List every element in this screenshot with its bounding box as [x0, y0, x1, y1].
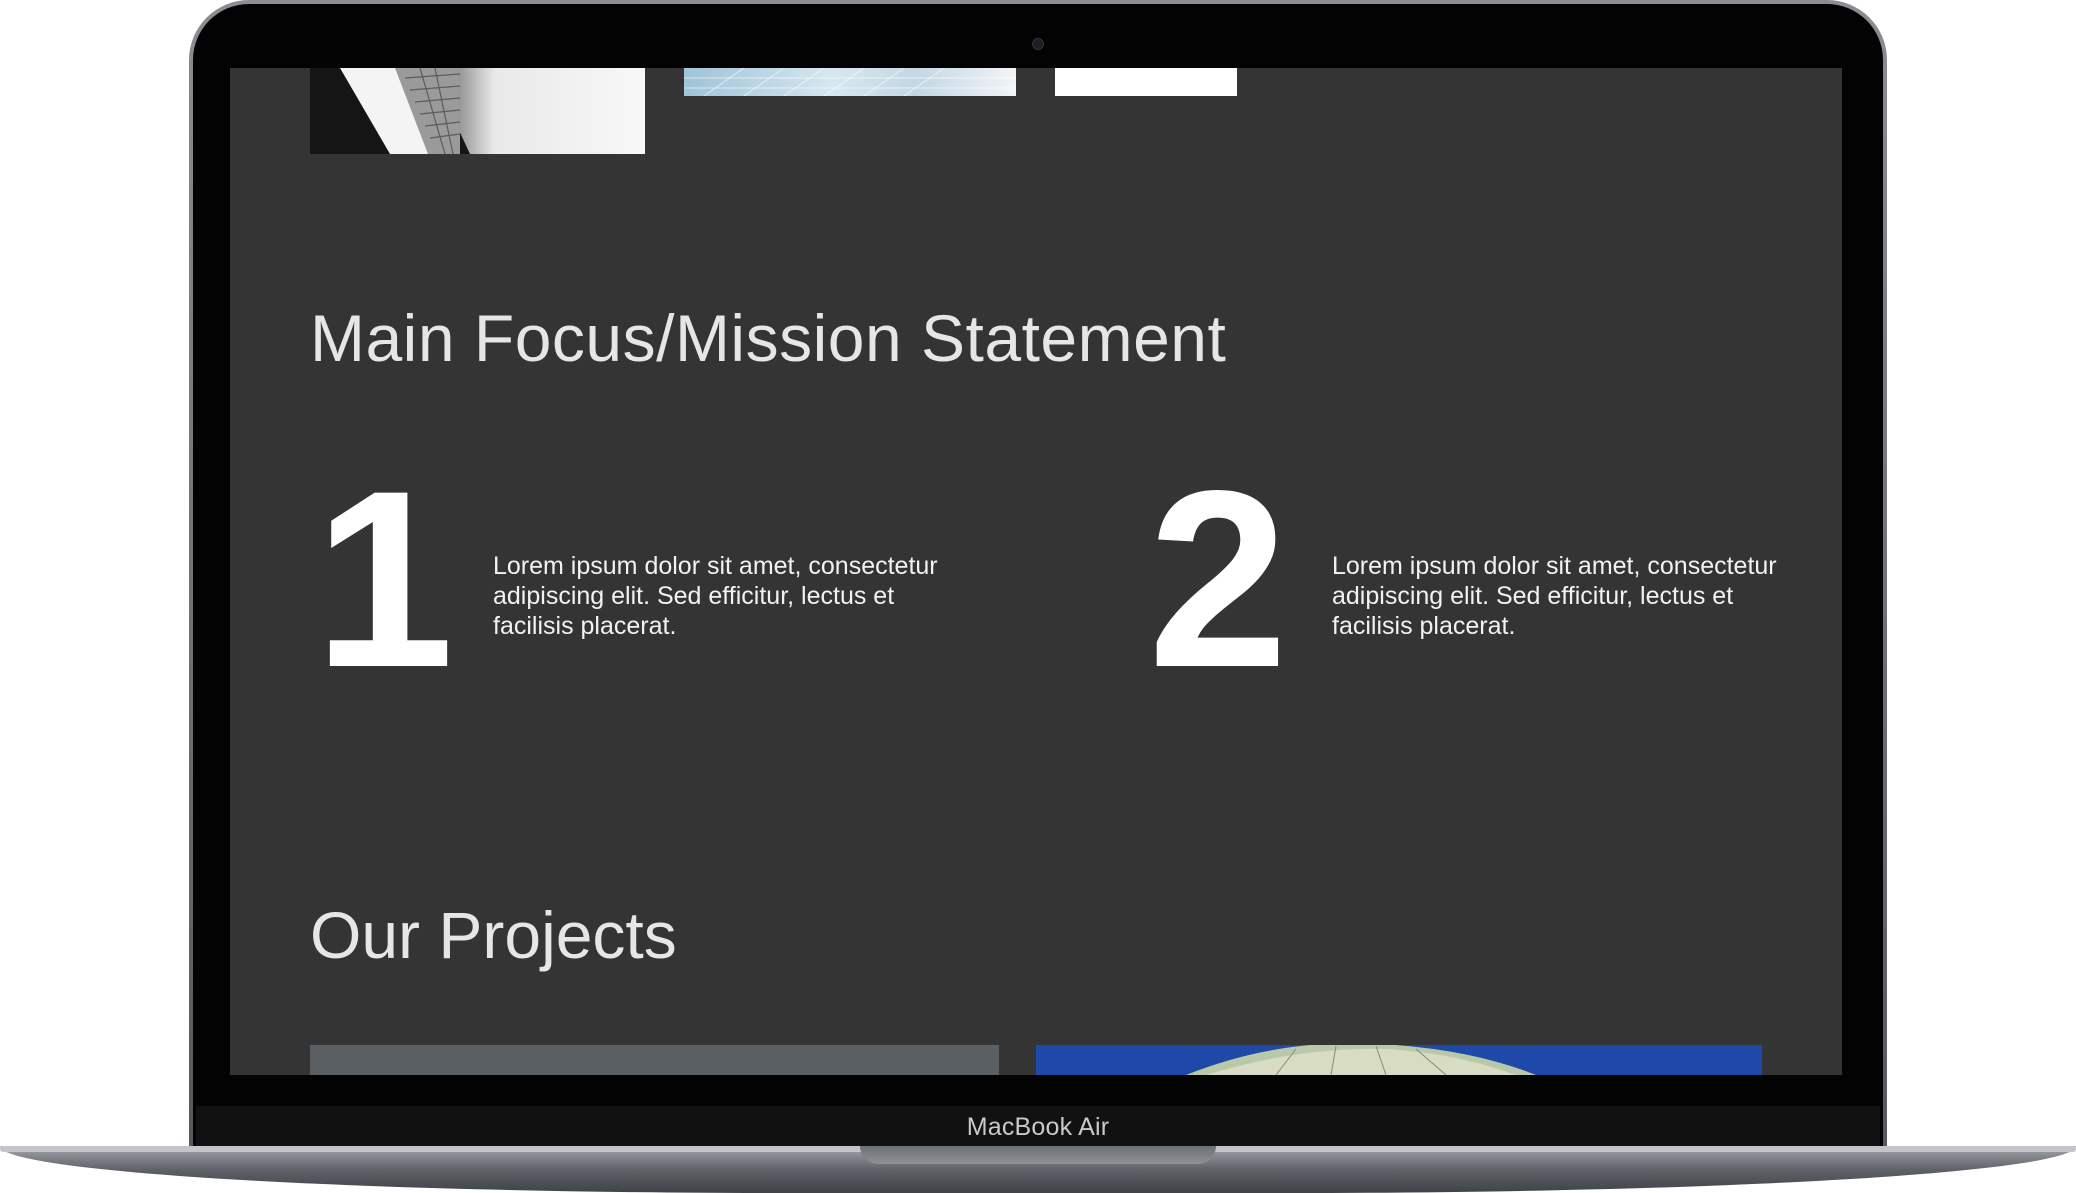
dome-image-icon — [1186, 1045, 1536, 1075]
gallery-image-glass-facade[interactable] — [684, 68, 1016, 96]
project-card-2[interactable] — [1036, 1045, 1762, 1075]
focus-text-1: Lorem ipsum dolor sit amet, consectetur … — [493, 552, 938, 640]
gallery-image-building[interactable] — [310, 68, 645, 154]
focus-number-2: 2 — [1148, 439, 1289, 720]
glass-facade-image-icon — [684, 68, 1016, 96]
laptop-hinge-notch — [860, 1146, 1216, 1164]
laptop-mockup: Main Focus/Mission Statement 1 Lorem ips… — [0, 0, 2076, 1193]
camera-icon — [1032, 38, 1044, 50]
device-label: MacBook Air — [966, 1113, 1110, 1141]
building-image-icon — [310, 68, 470, 154]
projects-heading: Our Projects — [310, 898, 677, 972]
mission-heading: Main Focus/Mission Statement — [310, 301, 1227, 375]
website-screen[interactable]: Main Focus/Mission Statement 1 Lorem ips… — [230, 68, 1842, 1075]
project-card-1[interactable] — [310, 1045, 999, 1075]
gallery-image-white[interactable] — [1055, 68, 1237, 96]
focus-number-1: 1 — [314, 439, 455, 720]
focus-text-2: Lorem ipsum dolor sit amet, consectetur … — [1332, 552, 1777, 640]
